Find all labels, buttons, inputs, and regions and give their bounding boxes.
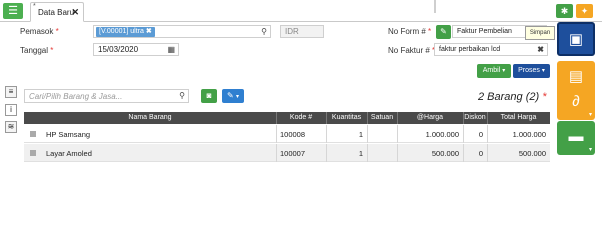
briefcase-button[interactable]: ▬ ▾ [557,121,595,155]
no-form-label-text: No Form # [388,27,426,36]
cell-harga: 500.000 [431,149,459,158]
no-faktur-input[interactable]: faktur perbaikan lcd ✖ [434,43,548,56]
save-button[interactable]: ▣ [557,22,595,56]
attachment-button[interactable]: ∂ ▾ [557,86,595,120]
print-icon: ▤ [568,68,584,85]
table-row[interactable]: HP Samsang 100008 1 1.000.000 0 1.000.00… [24,125,550,143]
table-row[interactable]: Layar Amoled 100007 1 500.000 0 500.000 [24,144,550,162]
no-faktur-field[interactable] [434,0,436,13]
required-mark: * [542,91,547,103]
tab-modified-mark: * [33,3,36,10]
lightbulb-icon[interactable]: ✦ [576,4,593,18]
close-icon[interactable]: ✕ [71,7,79,18]
cell-total: 500.000 [518,149,546,158]
edit-dropdown-button[interactable]: ✎ ▾ [222,89,244,103]
tab-data-baru[interactable]: * Data Baru ✕ [30,2,84,22]
pemasok-field[interactable]: [V.00001] ultra ✖ ⚲ [93,25,271,38]
cell-nama: Layar Amoled [46,149,92,158]
col-satuan[interactable]: Satuan [367,114,397,121]
gear-icon[interactable]: ✱ [556,4,573,18]
cell-kode: 100008 [280,130,306,139]
pencil-icon: ✎ [227,91,234,100]
cell-harga: 1.000.000 [425,130,459,139]
cell-diskon: 0 [478,130,483,139]
page: ☰ * Data Baru ✕ ✱ ✦ Pemasok * [V.00001] … [0,0,602,225]
drag-handle-icon[interactable] [30,131,36,137]
pencil-icon[interactable]: ✎ [436,25,451,39]
database-icon[interactable]: ≋ [5,121,17,133]
col-kuantitas[interactable]: Kuantitas [326,114,367,121]
cell-diskon: 0 [478,149,483,158]
currency-field: IDR [280,25,324,38]
no-form-label: No Form # * [388,27,431,36]
cell-qty: 1 [358,130,363,139]
table-header: Nama Barang Kode # Kuantitas Satuan @Har… [24,112,550,124]
col-nama-barang[interactable]: Nama Barang [24,114,276,121]
chevron-down-icon: ▾ [588,147,592,153]
no-faktur-label: No Faktur # * [388,46,435,55]
tanggal-value: 15/03/2020 [98,45,139,54]
camera-icon: ◙ [206,91,212,100]
cell-kode: 100007 [280,149,306,158]
list-view-icon[interactable]: ≡ [5,86,17,98]
tanggal-label: Tanggal * [20,46,53,55]
currency-value: IDR [285,27,299,36]
col-harga[interactable]: @Harga [397,114,463,121]
cell-total: 1.000.000 [512,130,546,139]
column-divider [276,144,277,162]
ambil-button[interactable]: Ambil ▾ [477,64,511,78]
chip-remove-icon[interactable]: ✖ [146,28,152,35]
col-total-harga[interactable]: Total Harga [487,114,550,121]
ambil-label: Ambil [482,67,501,74]
tanggal-field[interactable]: 15/03/2020 ▦ [93,43,179,56]
save-icon: ▣ [568,31,584,48]
attachment-icon: ∂ [572,93,580,110]
no-faktur-value: faktur perbaikan lcd [439,46,501,53]
search-placeholder: Cari/Pilih Barang & Jasa... [29,92,123,101]
tanggal-label-text: Tanggal [20,46,49,55]
column-divider [367,125,368,143]
item-search-input[interactable]: Cari/Pilih Barang & Jasa... ⚲ [24,89,189,103]
clear-icon[interactable]: ✖ [537,45,544,54]
briefcase-icon: ▬ [568,128,584,145]
cell-nama: HP Samsang [46,130,91,139]
proses-button[interactable]: Proses ▾ [513,64,550,78]
chevron-down-icon: ▾ [235,94,239,100]
column-divider [367,144,368,162]
chevron-down-icon: ▾ [588,112,592,118]
col-kode[interactable]: Kode # [276,114,326,121]
column-divider [276,125,277,143]
info-icon[interactable]: i [5,104,17,116]
required-mark: * [50,46,54,55]
calendar-icon[interactable]: ▦ [167,45,175,54]
pemasok-label: Pemasok * [20,27,59,36]
top-bar: ☰ * Data Baru ✕ ✱ ✦ [0,0,602,22]
col-diskon[interactable]: Diskon [463,114,487,121]
no-faktur-label-text: No Faktur # [388,46,430,55]
pemasok-label-text: Pemasok [20,27,54,36]
proses-label: Proses [518,67,540,74]
pemasok-chip-label: [V.00001] ultra [99,28,144,35]
item-count: 2 Barang (2) * [478,91,547,103]
required-mark: * [428,27,432,36]
tab-label: Data Baru [38,8,75,17]
required-mark: * [55,27,59,36]
pemasok-chip: [V.00001] ultra ✖ [96,27,155,37]
no-form-value: Faktur Pembelian [457,28,512,35]
search-icon[interactable]: ⚲ [179,91,185,100]
chevron-down-icon: ▾ [502,68,506,74]
drag-handle-icon[interactable] [30,150,36,156]
cell-qty: 1 [358,149,363,158]
camera-button[interactable]: ◙ [201,89,217,103]
search-icon[interactable]: ⚲ [261,27,267,36]
tooltip: Simpan [525,26,555,40]
item-count-text: 2 Barang (2) [478,91,540,103]
chevron-down-icon: ▾ [541,68,545,74]
menu-list-icon[interactable]: ☰ [3,3,23,19]
